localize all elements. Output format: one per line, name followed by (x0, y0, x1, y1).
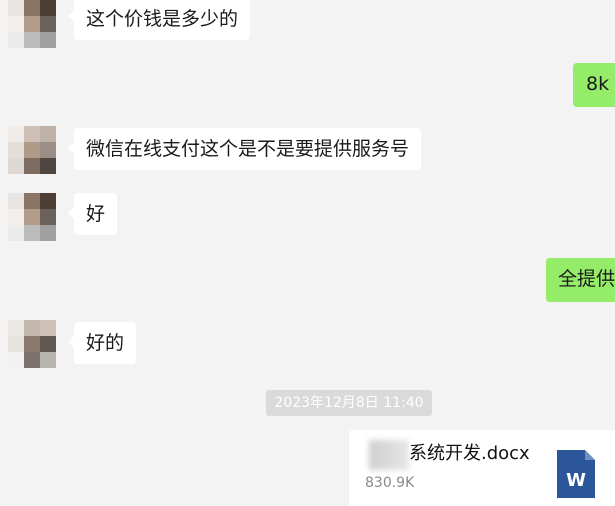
file-name: 系统开发.docx (409, 443, 530, 464)
message-text: 好的 (86, 332, 125, 354)
file-size: 830.9K (365, 475, 415, 491)
message-bubble-outgoing[interactable]: 8k (573, 63, 615, 107)
message-bubble-incoming[interactable]: 好 (67, 193, 118, 235)
avatar[interactable] (8, 126, 56, 174)
message-text: 好 (86, 203, 106, 225)
avatar[interactable] (8, 0, 56, 48)
word-doc-icon: W (557, 450, 595, 498)
message-bubble-incoming[interactable]: 好的 (67, 322, 137, 364)
timestamp: 2023年12月8日 11:40 (266, 390, 432, 416)
avatar[interactable] (8, 320, 56, 368)
message-bubble-incoming[interactable]: 微信在线支付这个是不是要提供服务号 (67, 128, 422, 170)
file-message-card[interactable]: 系统开发.docx 830.9K W (349, 430, 615, 506)
avatar[interactable] (8, 193, 56, 241)
word-doc-icon-letter: W (566, 470, 586, 491)
message-bubble-incoming[interactable]: 这个价钱是多少的 (67, 0, 251, 40)
message-bubble-outgoing[interactable]: 全提供 (546, 258, 615, 302)
message-text: 全提供 (558, 268, 615, 290)
message-text: 8k (586, 73, 610, 95)
message-text: 微信在线支付这个是不是要提供服务号 (86, 138, 410, 160)
message-text: 这个价钱是多少的 (86, 8, 239, 30)
file-name-blurred (369, 440, 409, 470)
